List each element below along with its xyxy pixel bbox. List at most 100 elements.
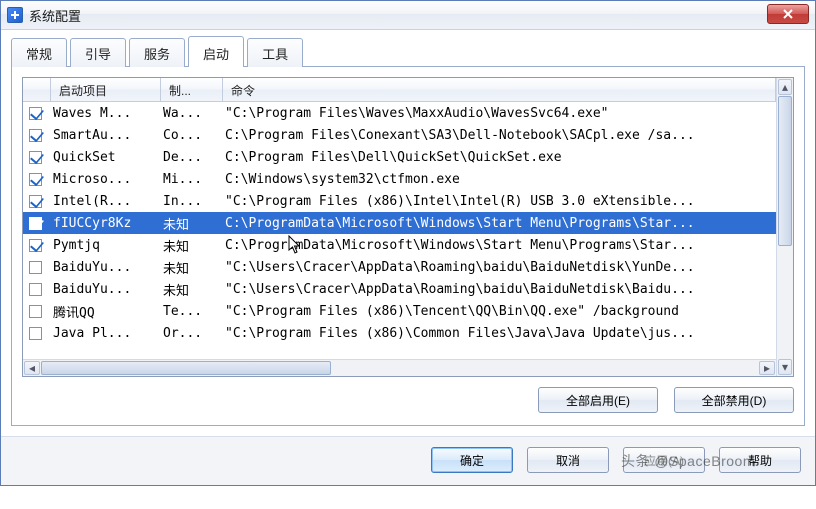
cell-maker: 未知 [161,280,223,299]
checkbox[interactable] [29,327,42,340]
cell-maker: 未知 [161,258,223,277]
cell-item: BaiduYu... [51,260,161,275]
row-checkbox-cell[interactable] [23,129,51,142]
scroll-right-icon[interactable]: ▸ [759,361,775,375]
cell-maker: Or... [161,326,223,341]
header-item[interactable]: 启动项目 [51,78,161,101]
cell-item: Pymtjq [51,238,161,253]
cell-item: fIUCCyr8Kz [51,216,161,231]
cell-command: "C:\Program Files (x86)\Intel\Intel(R) U… [223,194,776,209]
msconfig-window: 系统配置 常规引导服务启动工具 启动项目 制... 命令 Waves M...W… [0,0,816,486]
vscroll-thumb[interactable] [778,96,792,246]
table-row[interactable]: 腾讯QQTe..."C:\Program Files (x86)\Tencent… [23,300,776,322]
cell-maker: Co... [161,128,223,143]
row-checkbox-cell[interactable] [23,195,51,208]
row-checkbox-cell[interactable] [23,151,51,164]
tab-body-startup: 启动项目 制... 命令 Waves M...Wa..."C:\Program … [11,66,805,426]
checkbox[interactable] [29,195,42,208]
cell-maker: In... [161,194,223,209]
ok-button[interactable]: 确定 [431,447,513,473]
close-button[interactable] [767,4,809,24]
column-headers[interactable]: 启动项目 制... 命令 [23,78,776,102]
cell-command: "C:\Program Files\Waves\MaxxAudio\WavesS… [223,106,776,121]
help-button[interactable]: 帮助 [719,447,801,473]
row-checkbox-cell[interactable] [23,239,51,252]
table-row[interactable]: Waves M...Wa..."C:\Program Files\Waves\M… [23,102,776,124]
row-checkbox-cell[interactable] [23,305,51,318]
checkbox[interactable] [29,151,42,164]
checkbox[interactable] [29,173,42,186]
scroll-left-icon[interactable]: ◂ [24,361,40,375]
table-row[interactable]: BaiduYu...未知"C:\Users\Cracer\AppData\Roa… [23,256,776,278]
cell-item: Intel(R... [51,194,161,209]
cell-item: Waves M... [51,106,161,121]
cell-item: SmartAu... [51,128,161,143]
row-checkbox-cell[interactable] [23,107,51,120]
tab-3[interactable]: 启动 [188,36,244,67]
titlebar[interactable]: 系统配置 [1,1,815,30]
cell-command: C:\ProgramData\Microsoft\Windows\Start M… [223,238,776,253]
window-title: 系统配置 [29,6,81,25]
checkbox[interactable] [29,129,42,142]
cell-item: Microso... [51,172,161,187]
table-row[interactable]: Intel(R...In..."C:\Program Files (x86)\I… [23,190,776,212]
rows-container: Waves M...Wa..."C:\Program Files\Waves\M… [23,102,776,359]
table-row[interactable]: Pymtjq未知C:\ProgramData\Microsoft\Windows… [23,234,776,256]
cell-maker: 未知 [161,236,223,255]
dialog-button-row: 确定 取消 应用(A) 帮助 [1,436,815,485]
hscroll-thumb[interactable] [41,361,331,375]
cell-maker: De... [161,150,223,165]
tab-2[interactable]: 服务 [129,38,185,67]
apply-button[interactable]: 应用(A) [623,447,705,473]
cell-command: "C:\Users\Cracer\AppData\Roaming\baidu\B… [223,282,776,297]
tab-1[interactable]: 引导 [70,38,126,67]
scroll-up-icon[interactable]: ▴ [778,79,792,95]
cell-maker: 未知 [161,214,223,233]
table-row[interactable]: SmartAu...Co...C:\Program Files\Conexant… [23,124,776,146]
checkbox[interactable] [29,217,42,230]
tab-0[interactable]: 常规 [11,38,67,67]
row-checkbox-cell[interactable] [23,261,51,274]
client-area: 常规引导服务启动工具 启动项目 制... 命令 Waves M...Wa..."… [1,30,815,436]
table-row[interactable]: Java Pl...Or..."C:\Program Files (x86)\C… [23,322,776,344]
cell-command: C:\Program Files\Dell\QuickSet\QuickSet.… [223,150,776,165]
cell-maker: Mi... [161,172,223,187]
table-row[interactable]: QuickSetDe...C:\Program Files\Dell\Quick… [23,146,776,168]
header-maker[interactable]: 制... [161,78,223,101]
tab-4[interactable]: 工具 [247,38,303,67]
cell-item: Java Pl... [51,326,161,341]
row-checkbox-cell[interactable] [23,173,51,186]
horizontal-scrollbar[interactable]: ◂ ▸ [23,359,776,376]
table-row[interactable]: BaiduYu...未知"C:\Users\Cracer\AppData\Roa… [23,278,776,300]
cell-command: "C:\Users\Cracer\AppData\Roaming\baidu\B… [223,260,776,275]
close-icon [783,9,793,19]
cell-maker: Te... [161,304,223,319]
cell-command: C:\Program Files\Conexant\SA3\Dell-Noteb… [223,128,776,143]
tab-strip: 常规引导服务启动工具 [11,38,805,66]
scroll-down-icon[interactable]: ▾ [778,359,792,375]
cell-command: "C:\Program Files (x86)\Tencent\QQ\Bin\Q… [223,304,776,319]
cell-item: QuickSet [51,150,161,165]
checkbox[interactable] [29,107,42,120]
checkbox[interactable] [29,283,42,296]
checkbox[interactable] [29,261,42,274]
table-row[interactable]: Microso...Mi...C:\Windows\system32\ctfmo… [23,168,776,190]
row-checkbox-cell[interactable] [23,283,51,296]
enable-all-button[interactable]: 全部启用(E) [538,387,658,413]
app-icon [7,7,23,23]
cancel-button[interactable]: 取消 [527,447,609,473]
cell-command: C:\Windows\system32\ctfmon.exe [223,172,776,187]
header-checkbox[interactable] [23,78,51,101]
checkbox[interactable] [29,239,42,252]
table-row[interactable]: fIUCCyr8Kz未知C:\ProgramData\Microsoft\Win… [23,212,776,234]
header-command[interactable]: 命令 [223,78,776,101]
vertical-scrollbar[interactable]: ▴ ▾ [776,78,793,376]
cell-item: BaiduYu... [51,282,161,297]
cell-item: 腾讯QQ [51,302,161,321]
row-checkbox-cell[interactable] [23,217,51,230]
cell-command: "C:\Program Files (x86)\Common Files\Jav… [223,326,776,341]
disable-all-button[interactable]: 全部禁用(D) [674,387,794,413]
row-checkbox-cell[interactable] [23,327,51,340]
list-button-row: 全部启用(E) 全部禁用(D) [22,387,794,413]
checkbox[interactable] [29,305,42,318]
